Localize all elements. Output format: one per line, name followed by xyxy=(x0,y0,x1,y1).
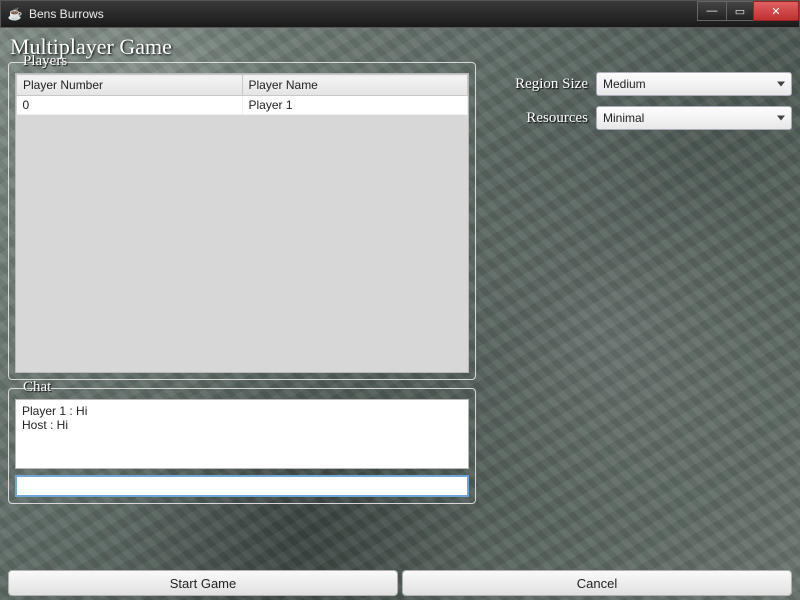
region-size-label: Region Size xyxy=(488,76,588,93)
resources-dropdown[interactable]: Minimal xyxy=(596,106,792,130)
resources-label: Resources xyxy=(488,110,588,127)
chat-log: Player 1 : Hi Host : Hi xyxy=(15,399,469,469)
table-row[interactable]: 0Player 1 xyxy=(17,96,468,115)
resources-value: Minimal xyxy=(603,111,644,125)
region-size-value: Medium xyxy=(603,77,646,91)
cell-player-name: Player 1 xyxy=(242,96,468,115)
players-table: Player Number Player Name 0Player 1 xyxy=(16,74,468,115)
content-columns: Players Player Number Player Name 0Playe… xyxy=(8,62,792,512)
chat-legend: Chat xyxy=(19,379,55,396)
chat-fieldset: Chat Player 1 : Hi Host : Hi xyxy=(8,388,476,504)
setting-resources: Resources Minimal xyxy=(488,106,792,130)
right-column: Region Size Medium Resources Minimal xyxy=(488,62,792,512)
left-column: Players Player Number Player Name 0Playe… xyxy=(8,62,476,512)
java-icon: ☕ xyxy=(7,6,23,22)
start-game-button[interactable]: Start Game xyxy=(8,570,398,596)
players-fieldset: Players Player Number Player Name 0Playe… xyxy=(8,62,476,380)
region-size-dropdown[interactable]: Medium xyxy=(596,72,792,96)
cell-player-number: 0 xyxy=(17,96,243,115)
client-area: Multiplayer Game Players Player Number P… xyxy=(0,28,800,600)
players-legend: Players xyxy=(19,53,71,70)
bottom-button-row: Start Game Cancel xyxy=(8,570,792,596)
col-player-name[interactable]: Player Name xyxy=(242,75,468,96)
col-player-number[interactable]: Player Number xyxy=(17,75,243,96)
chat-input[interactable] xyxy=(15,475,469,497)
window-titlebar: ☕ Bens Burrows — ▭ ✕ xyxy=(0,0,800,28)
minimize-button[interactable]: — xyxy=(697,1,727,21)
page-title: Multiplayer Game xyxy=(10,34,792,60)
cancel-button[interactable]: Cancel xyxy=(402,570,792,596)
maximize-button[interactable]: ▭ xyxy=(726,1,754,21)
close-button[interactable]: ✕ xyxy=(753,1,799,21)
setting-region-size: Region Size Medium xyxy=(488,72,792,96)
window-title: Bens Burrows xyxy=(29,7,104,21)
players-table-container: Player Number Player Name 0Player 1 xyxy=(15,73,469,373)
window-buttons: — ▭ ✕ xyxy=(698,1,799,23)
